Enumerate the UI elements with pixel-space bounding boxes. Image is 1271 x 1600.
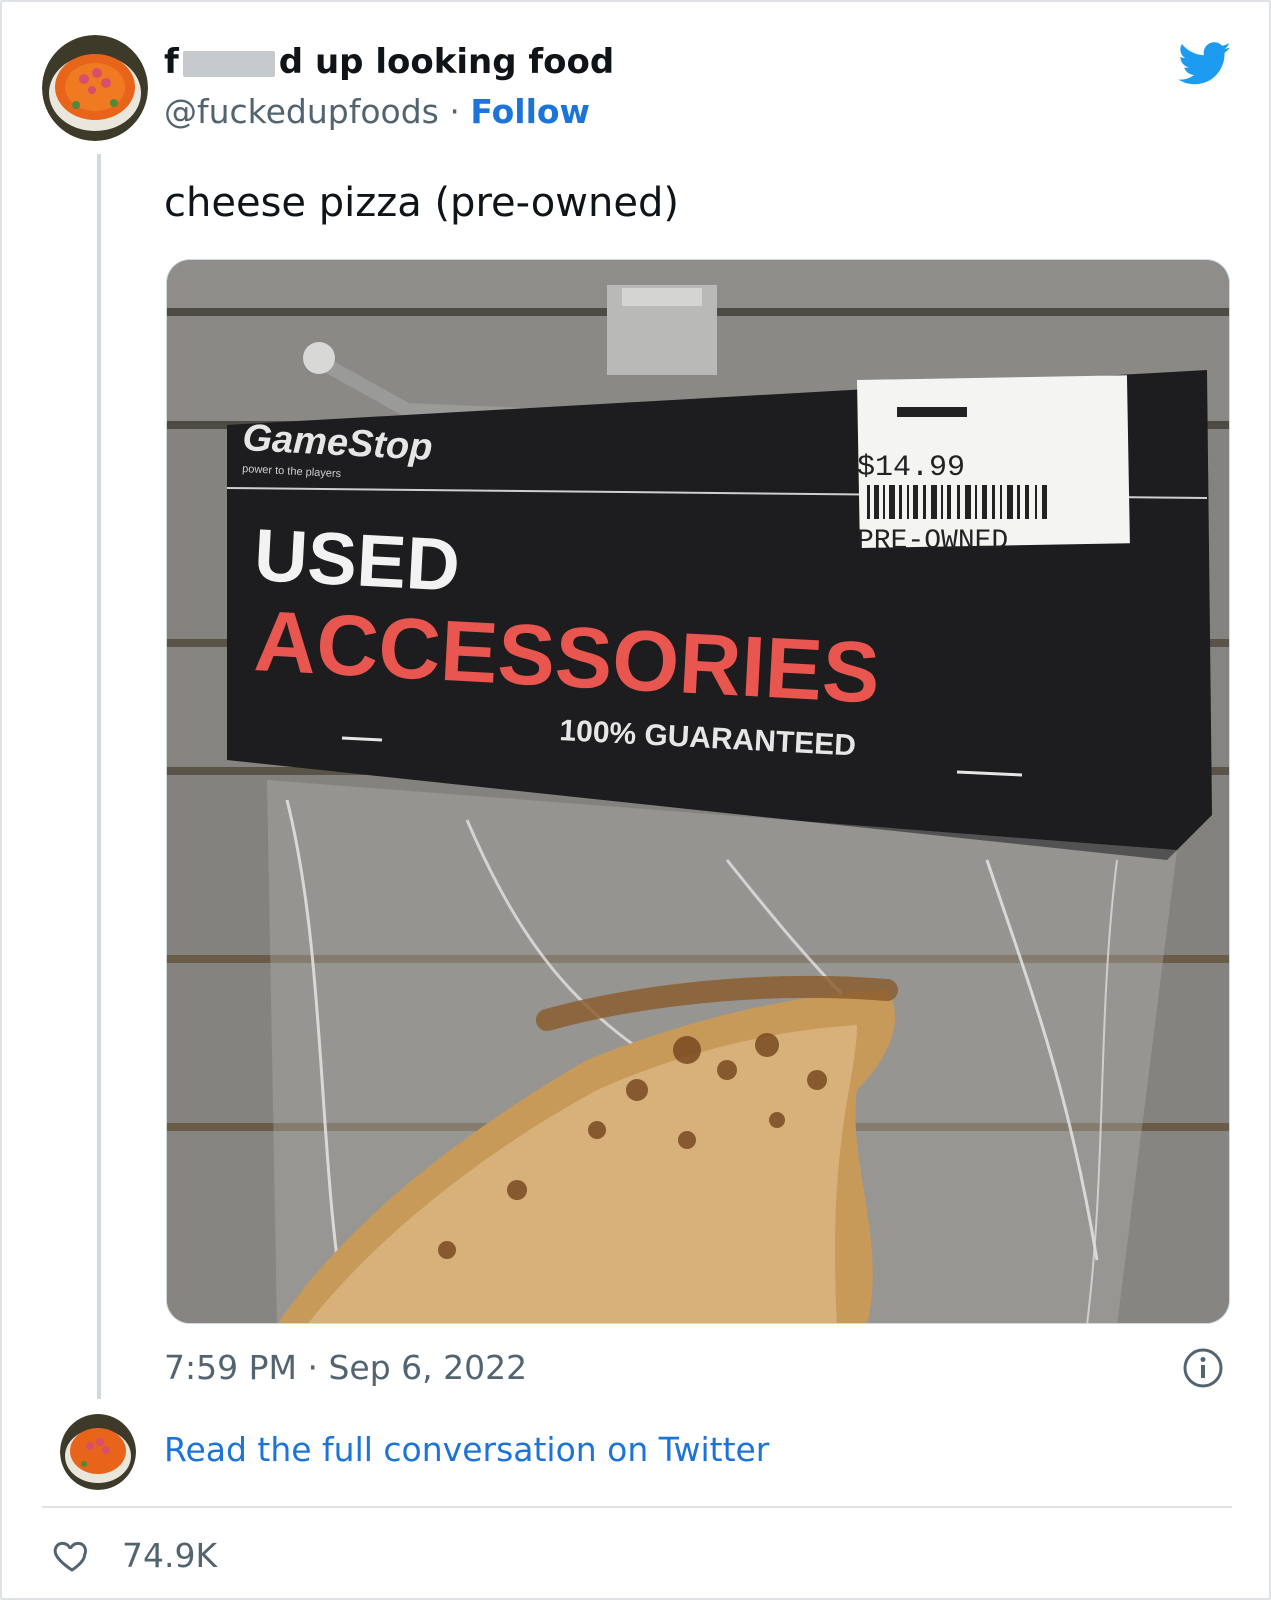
footer-divider <box>42 1506 1232 1508</box>
pizza-avatar-icon <box>42 35 148 141</box>
twitter-bird-icon[interactable] <box>1178 42 1232 86</box>
author-name-suffix: d up looking food <box>278 42 615 82</box>
author-name[interactable]: f d up looking food <box>164 42 614 84</box>
author-avatar-small[interactable] <box>60 1414 136 1490</box>
author-avatar[interactable] <box>42 35 148 141</box>
handle-row: @fuckedupfoods · Follow <box>164 92 590 131</box>
handle-separator: · <box>449 92 460 131</box>
tweet-photo[interactable]: GameStop power to the players USED ACCES… <box>166 259 1230 1324</box>
like-button[interactable]: 74.9K <box>52 1534 217 1576</box>
name-redaction-bar <box>182 50 275 77</box>
sign-heading-used: USED <box>252 513 462 607</box>
timestamp-separator: · <box>307 1348 318 1387</box>
photo-illustration: GameStop power to the players USED ACCES… <box>167 260 1229 1323</box>
tweet-time: 7:59 PM <box>164 1348 297 1387</box>
tweet-text: cheese pizza (pre-owned) <box>164 180 679 226</box>
like-count: 74.9K <box>122 1535 218 1575</box>
heart-icon <box>53 1541 87 1572</box>
pizza-avatar-icon <box>60 1414 136 1490</box>
tweet-date: Sep 6, 2022 <box>328 1348 528 1387</box>
tweet-embed-card: f d up looking food @fuckedupfoods · Foll… <box>0 0 1271 1600</box>
condition-label: PRE-OWNED <box>857 526 1008 557</box>
thread-connector-line <box>97 154 101 1399</box>
author-name-prefix: f <box>164 42 179 82</box>
author-handle[interactable]: @fuckedupfoods <box>164 92 439 131</box>
info-icon[interactable] <box>1182 1347 1224 1389</box>
follow-button[interactable]: Follow <box>470 92 590 131</box>
price-label: $14.99 <box>857 451 965 485</box>
read-full-conversation-link[interactable]: Read the full conversation on Twitter <box>164 1430 769 1469</box>
tweet-timestamp[interactable]: 7:59 PM · Sep 6, 2022 <box>164 1348 527 1387</box>
